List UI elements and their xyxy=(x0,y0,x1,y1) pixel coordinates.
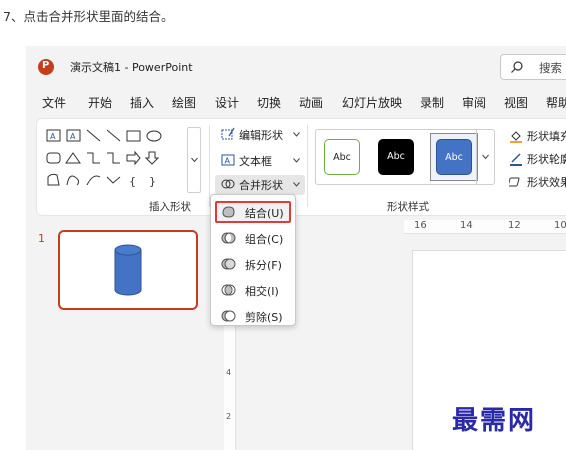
menu-item-union[interactable]: 结合(U) xyxy=(215,201,291,223)
edit-shape-label: 编辑形状 xyxy=(239,129,283,142)
ruler-tick-label: 12 xyxy=(508,220,521,231)
svg-text:}: } xyxy=(149,175,156,188)
instruction-text: 7、点击合并形状里面的结合。 xyxy=(3,9,174,24)
shape-effects-label: 形状效果 xyxy=(527,176,566,189)
paint-bucket-icon xyxy=(510,131,522,143)
slide-number: 1 xyxy=(38,232,45,245)
text-box-label: 文本框 xyxy=(239,155,272,168)
shape-styles-gallery[interactable]: Abc Abc Abc xyxy=(315,129,495,185)
chevron-down-icon xyxy=(191,157,198,163)
search-label: 搜索 xyxy=(539,61,562,75)
ribbon-panel: A A { } 插入形状 编辑形状 A 文本框 合并形状 Abc Abc Abc… xyxy=(36,118,566,216)
style-swatch-outline[interactable]: Abc xyxy=(324,139,360,175)
menu-item-union-label: 结合(U) xyxy=(245,207,284,220)
merge-shapes-icon xyxy=(221,179,235,189)
ribbon-tabs: 文件 开始 插入 绘图 设计 切换 动画 幻灯片放映 录制 审阅 视图 帮助 xyxy=(26,94,566,116)
shape-effects-icon xyxy=(509,177,520,187)
pen-icon xyxy=(510,153,522,166)
tab-record[interactable]: 录制 xyxy=(420,94,444,111)
intersect-icon xyxy=(221,284,236,296)
ruler-tick-label: 10 xyxy=(554,220,566,231)
chevron-down-icon xyxy=(293,182,300,187)
tab-transitions[interactable]: 切换 xyxy=(257,94,281,111)
menu-item-combine-label: 组合(C) xyxy=(245,233,284,246)
search-box[interactable]: 搜索 xyxy=(500,54,566,80)
svg-text:A: A xyxy=(225,157,231,166)
window-title: 演示文稿1 - PowerPoint xyxy=(70,61,193,74)
tab-insert[interactable]: 插入 xyxy=(130,94,154,111)
menu-item-intersect-label: 相交(I) xyxy=(245,285,279,298)
edit-shape-icon xyxy=(221,127,235,140)
svg-text:A: A xyxy=(50,132,56,141)
shape-styles-more-button[interactable] xyxy=(476,130,494,184)
group-divider xyxy=(307,125,308,207)
style-swatch-blue[interactable]: Abc xyxy=(436,139,472,175)
shapes-gallery[interactable]: A A { } xyxy=(45,127,185,195)
powerpoint-window: 演示文稿1 - PowerPoint 搜索 文件 开始 插入 绘图 设计 切换 … xyxy=(26,46,566,450)
chevron-down-icon xyxy=(293,132,300,137)
menu-item-subtract[interactable]: 剪除(S) xyxy=(215,305,291,327)
chevron-down-icon xyxy=(293,158,300,163)
shape-fill-label: 形状填充 xyxy=(527,130,566,143)
tab-home[interactable]: 开始 xyxy=(88,94,112,111)
tab-slideshow[interactable]: 幻灯片放映 xyxy=(342,94,402,111)
search-icon xyxy=(511,61,523,73)
merge-shapes-button[interactable]: 合并形状 xyxy=(215,175,305,195)
menu-item-fragment[interactable]: 拆分(F) xyxy=(215,253,291,275)
union-icon xyxy=(222,206,235,218)
ruler-tick-label: 14 xyxy=(460,220,473,231)
style-swatch-black[interactable]: Abc xyxy=(378,139,414,175)
cylinder-shape xyxy=(114,244,142,296)
tab-draw[interactable]: 绘图 xyxy=(172,94,196,111)
merge-shapes-label: 合并形状 xyxy=(239,179,283,192)
shape-outline-label: 形状轮廓 xyxy=(527,153,566,166)
subtract-icon xyxy=(221,310,236,322)
powerpoint-logo-icon xyxy=(38,59,54,75)
group-label-shape-styles: 形状样式 xyxy=(387,201,429,213)
group-label-insert-shapes: 插入形状 xyxy=(149,201,191,213)
site-watermark: 最需网 xyxy=(452,406,537,436)
chevron-down-icon xyxy=(482,154,489,160)
slide-thumbnail[interactable] xyxy=(58,230,198,310)
menu-item-fragment-label: 拆分(F) xyxy=(245,259,282,272)
tab-view[interactable]: 视图 xyxy=(504,94,528,111)
menu-item-intersect[interactable]: 相交(I) xyxy=(215,279,291,301)
svg-text:A: A xyxy=(70,132,76,141)
tab-design[interactable]: 设计 xyxy=(215,94,239,111)
tab-help[interactable]: 帮助 xyxy=(546,94,566,111)
menu-item-subtract-label: 剪除(S) xyxy=(245,311,283,324)
tab-animations[interactable]: 动画 xyxy=(299,94,323,111)
combine-icon xyxy=(221,232,236,244)
merge-shapes-menu: 结合(U) 组合(C) 拆分(F) 相交(I) 剪除(S) xyxy=(210,194,296,326)
shapes-gallery-more-button[interactable] xyxy=(187,127,201,193)
tab-file[interactable]: 文件 xyxy=(42,94,66,111)
shapes-gallery-icons: A A { } xyxy=(46,129,162,188)
svg-text:{: { xyxy=(129,175,136,188)
menu-item-combine[interactable]: 组合(C) xyxy=(215,227,291,249)
ruler-tick-label: 2 xyxy=(226,412,232,421)
fragment-icon xyxy=(221,258,236,270)
ruler-tick-label: 4 xyxy=(226,368,232,377)
tab-review[interactable]: 审阅 xyxy=(462,94,486,111)
horizontal-ruler: 16 14 12 10 xyxy=(404,220,566,234)
text-box-icon: A xyxy=(221,154,235,166)
title-bar: 演示文稿1 - PowerPoint 搜索 xyxy=(26,46,566,84)
ruler-tick-label: 16 xyxy=(414,220,427,231)
